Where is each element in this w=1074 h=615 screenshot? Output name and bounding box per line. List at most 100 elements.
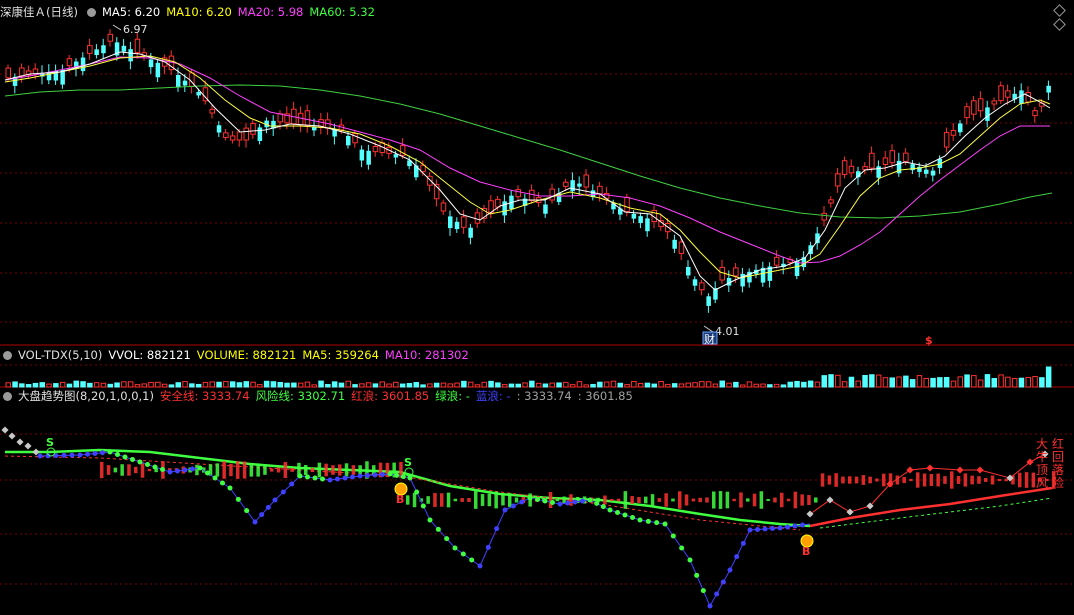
candle-body — [515, 189, 521, 198]
wave-dot — [289, 481, 295, 487]
indicator-bar — [970, 475, 974, 485]
dividend-badge[interactable]: $ — [925, 334, 933, 347]
candle-body — [366, 150, 371, 165]
chart-canvas[interactable]: 6.97 4.01 财 $ S S B B 大红牛 回顶 落风险 — [0, 0, 1074, 615]
volume-bar — [100, 382, 107, 388]
volume-bar — [379, 381, 385, 388]
sell-signal-2[interactable]: S — [404, 456, 414, 477]
indicator-bar — [1031, 472, 1036, 488]
panel-menu-icon[interactable] — [86, 8, 96, 17]
indicator-menu-icon[interactable] — [3, 392, 12, 401]
wave-dot — [272, 497, 278, 503]
volume-bar — [1011, 378, 1018, 388]
indicator-bar — [820, 473, 825, 487]
candle-body — [835, 173, 841, 187]
indicator-bar — [786, 498, 791, 502]
indicator-bar — [929, 473, 934, 487]
volume-bar — [155, 381, 161, 388]
volume-bar — [243, 381, 249, 388]
indicator-bar — [426, 496, 430, 504]
volume-menu-icon[interactable] — [3, 351, 12, 360]
volume-bars[interactable] — [5, 366, 1052, 388]
red-wave-marker — [846, 508, 854, 516]
volume-bar — [148, 381, 154, 388]
wave-dot — [175, 468, 180, 474]
gray-wave-marker — [16, 438, 24, 446]
wave-dot — [220, 480, 225, 486]
wave-dot — [427, 517, 433, 523]
indicator-bar — [718, 491, 723, 509]
wave-dot — [327, 477, 333, 483]
ma10-line — [4, 55, 1051, 279]
wave-dot — [734, 554, 740, 560]
volume-bar — [427, 383, 433, 388]
warning-char: 回 — [1052, 450, 1064, 464]
candle-body — [624, 196, 630, 213]
volume-panel-header: VOL-TDX(5,10) VVOL: 882121 VOLUME: 882121 M… — [0, 347, 475, 363]
indicator-bar — [317, 462, 322, 478]
finance-badge[interactable]: 财 — [702, 331, 718, 346]
buy-signal-2[interactable]: B — [800, 534, 814, 558]
indicator-bar — [358, 465, 362, 475]
wave-dot — [212, 475, 218, 481]
volume-bar — [257, 384, 263, 388]
volume-bar — [121, 381, 127, 388]
indicator-bar — [752, 493, 757, 507]
warning-char: 大 — [1036, 437, 1048, 451]
wave-dot — [227, 485, 233, 491]
volume-bar — [440, 382, 447, 388]
indicator-bar — [324, 463, 328, 477]
volume-bar — [882, 377, 889, 388]
volume-bar — [971, 375, 977, 388]
volume-bar — [338, 382, 345, 388]
indicator-bar — [766, 498, 770, 502]
indicator-bar — [249, 463, 254, 477]
indicator-name[interactable]: 大盘趋势图(8,20,1,0,0,1) — [18, 389, 154, 403]
candle-body — [19, 67, 25, 77]
candle-body — [583, 174, 589, 188]
volume-bar — [270, 381, 277, 388]
volume-bar — [889, 377, 895, 388]
volume-bar — [413, 382, 419, 388]
svg-text:S: S — [46, 436, 54, 449]
indicator-bar — [1024, 472, 1029, 488]
candle-body — [346, 136, 351, 146]
volume-bar — [909, 379, 916, 388]
wave-dot — [100, 450, 105, 456]
volume-bar — [977, 379, 984, 388]
volume-bar — [733, 381, 739, 388]
volume-bar — [610, 380, 617, 388]
candle-body — [121, 45, 127, 52]
indicator-bar — [691, 498, 696, 502]
price-candles[interactable] — [5, 29, 1051, 313]
indicator-bar — [480, 494, 485, 506]
indicator-bar — [610, 498, 614, 502]
candle-body — [236, 131, 243, 141]
wave-dot — [670, 533, 676, 539]
volume-bar — [569, 384, 576, 388]
wave-dot — [714, 591, 720, 597]
indicator-bar — [936, 473, 940, 487]
stock-name[interactable]: 深康佳Ａ(日线) — [0, 5, 78, 19]
indicator-bar — [460, 498, 464, 502]
volume-bar — [66, 383, 73, 388]
volume-bar — [1045, 366, 1052, 388]
wave-dot — [469, 557, 475, 563]
buy-signal-1[interactable]: B — [394, 482, 408, 506]
indicator-bar — [467, 498, 471, 502]
indicator-bar — [256, 463, 260, 477]
wave-dot — [85, 451, 90, 457]
indicator-bar — [555, 498, 560, 502]
volume-indicator-name[interactable]: VOL-TDX(5,10) — [18, 348, 102, 362]
main-panel-header: 深康佳Ａ(日线) MA5: 6.20 MA10: 6.20 MA20: 5.98 MA6… — [0, 4, 381, 20]
indicator-bar — [637, 497, 641, 503]
indicator-bar — [841, 476, 845, 484]
candle-body — [182, 80, 188, 86]
green-dash-line — [819, 497, 1053, 529]
gray-wave-marker — [8, 432, 16, 440]
red-wave-label: 红浪: 3601.85 — [351, 389, 430, 403]
volume-bar — [393, 381, 399, 388]
volume-bar — [576, 381, 583, 388]
volume-bar — [644, 382, 651, 388]
candle-body — [372, 146, 379, 153]
